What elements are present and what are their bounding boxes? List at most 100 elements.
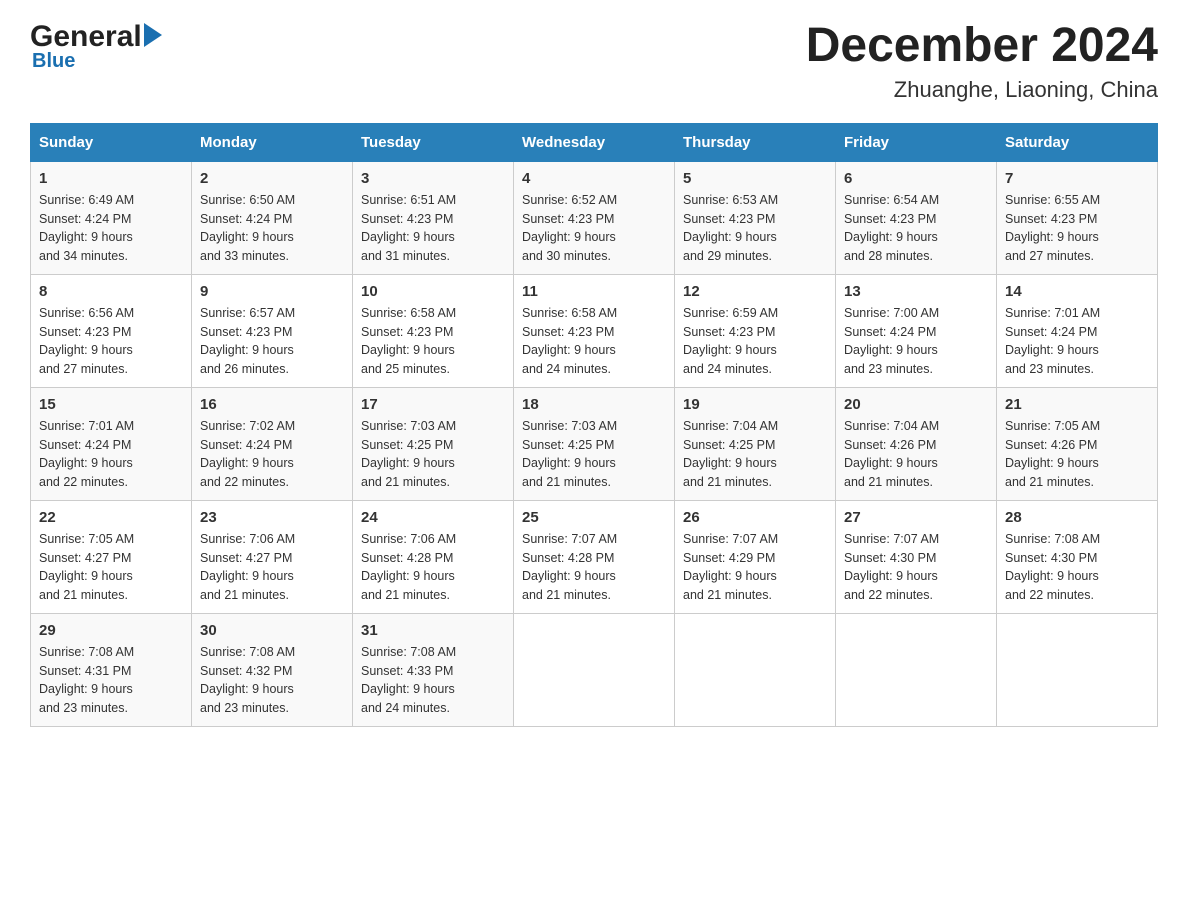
calendar-cell: 4Sunrise: 6:52 AMSunset: 4:23 PMDaylight… bbox=[514, 161, 675, 274]
calendar-cell bbox=[836, 613, 997, 726]
day-number: 24 bbox=[361, 509, 505, 526]
calendar-week-row: 15 Sunrise: 7:01 AMSunset: 4:24 PMDayligh… bbox=[31, 387, 1158, 500]
calendar-cell: 22Sunrise: 7:05 AMSunset: 4:27 PMDayligh… bbox=[31, 500, 192, 613]
calendar-cell: 9Sunrise: 6:57 AMSunset: 4:23 PMDaylight… bbox=[192, 274, 353, 387]
day-info: Sunrise: 6:53 AMSunset: 4:23 PMDaylight:… bbox=[683, 191, 827, 266]
logo: General Blue bbox=[30, 20, 162, 73]
day-info: Sunrise: 7:08 AMSunset: 4:32 PMDaylight:… bbox=[200, 643, 344, 718]
calendar-cell: 26 Sunrise: 7:07 AMSunset: 4:29 PMDayligh… bbox=[675, 500, 836, 613]
calendar-cell: 14 Sunrise: 7:01 AMSunset: 4:24 PMDayligh… bbox=[997, 274, 1158, 387]
calendar-cell: 18 Sunrise: 7:03 AMSunset: 4:25 PMDayligh… bbox=[514, 387, 675, 500]
calendar-cell bbox=[514, 613, 675, 726]
calendar-week-row: 29Sunrise: 7:08 AMSunset: 4:31 PMDayligh… bbox=[31, 613, 1158, 726]
day-number: 6 bbox=[844, 170, 988, 187]
header-tuesday: Tuesday bbox=[353, 123, 514, 161]
day-info: Sunrise: 6:50 AMSunset: 4:24 PMDaylight:… bbox=[200, 191, 344, 266]
calendar-header-row: SundayMondayTuesdayWednesdayThursdayFrid… bbox=[31, 123, 1158, 161]
day-number: 18 bbox=[522, 396, 666, 413]
day-info: Sunrise: 6:51 AMSunset: 4:23 PMDaylight:… bbox=[361, 191, 505, 266]
day-number: 15 bbox=[39, 396, 183, 413]
header-sunday: Sunday bbox=[31, 123, 192, 161]
day-number: 2 bbox=[200, 170, 344, 187]
day-number: 20 bbox=[844, 396, 988, 413]
day-number: 29 bbox=[39, 622, 183, 639]
day-info: Sunrise: 7:08 AMSunset: 4:33 PMDaylight:… bbox=[361, 643, 505, 718]
calendar-table: SundayMondayTuesdayWednesdayThursdayFrid… bbox=[30, 123, 1158, 727]
day-number: 10 bbox=[361, 283, 505, 300]
day-info: Sunrise: 7:08 AMSunset: 4:30 PMDaylight:… bbox=[1005, 530, 1149, 605]
day-info: Sunrise: 7:05 AMSunset: 4:26 PMDaylight:… bbox=[1005, 417, 1149, 492]
calendar-cell: 24 Sunrise: 7:06 AMSunset: 4:28 PMDayligh… bbox=[353, 500, 514, 613]
calendar-week-row: 8 Sunrise: 6:56 AMSunset: 4:23 PMDaylight… bbox=[31, 274, 1158, 387]
day-number: 14 bbox=[1005, 283, 1149, 300]
calendar-cell: 6 Sunrise: 6:54 AMSunset: 4:23 PMDaylight… bbox=[836, 161, 997, 274]
day-info: Sunrise: 6:58 AMSunset: 4:23 PMDaylight:… bbox=[522, 304, 666, 379]
header-wednesday: Wednesday bbox=[514, 123, 675, 161]
day-info: Sunrise: 6:54 AMSunset: 4:23 PMDaylight:… bbox=[844, 191, 988, 266]
day-number: 1 bbox=[39, 170, 183, 187]
calendar-cell: 7Sunrise: 6:55 AMSunset: 4:23 PMDaylight… bbox=[997, 161, 1158, 274]
calendar-cell: 25Sunrise: 7:07 AMSunset: 4:28 PMDayligh… bbox=[514, 500, 675, 613]
day-number: 31 bbox=[361, 622, 505, 639]
page-subtitle: Zhuanghe, Liaoning, China bbox=[806, 77, 1158, 103]
header-thursday: Thursday bbox=[675, 123, 836, 161]
day-number: 25 bbox=[522, 509, 666, 526]
day-number: 3 bbox=[361, 170, 505, 187]
day-info: Sunrise: 6:49 AMSunset: 4:24 PMDaylight:… bbox=[39, 191, 183, 266]
title-block: December 2024 Zhuanghe, Liaoning, China bbox=[806, 20, 1158, 103]
calendar-cell: 11Sunrise: 6:58 AMSunset: 4:23 PMDayligh… bbox=[514, 274, 675, 387]
calendar-cell: 20 Sunrise: 7:04 AMSunset: 4:26 PMDayligh… bbox=[836, 387, 997, 500]
day-info: Sunrise: 7:02 AMSunset: 4:24 PMDaylight:… bbox=[200, 417, 344, 492]
calendar-cell: 17 Sunrise: 7:03 AMSunset: 4:25 PMDayligh… bbox=[353, 387, 514, 500]
logo-arrow-icon bbox=[144, 23, 162, 47]
day-number: 13 bbox=[844, 283, 988, 300]
day-info: Sunrise: 6:58 AMSunset: 4:23 PMDaylight:… bbox=[361, 304, 505, 379]
day-info: Sunrise: 6:52 AMSunset: 4:23 PMDaylight:… bbox=[522, 191, 666, 266]
day-info: Sunrise: 7:07 AMSunset: 4:30 PMDaylight:… bbox=[844, 530, 988, 605]
calendar-cell: 15 Sunrise: 7:01 AMSunset: 4:24 PMDayligh… bbox=[31, 387, 192, 500]
day-number: 30 bbox=[200, 622, 344, 639]
day-number: 7 bbox=[1005, 170, 1149, 187]
day-number: 28 bbox=[1005, 509, 1149, 526]
calendar-cell: 1 Sunrise: 6:49 AMSunset: 4:24 PMDaylight… bbox=[31, 161, 192, 274]
calendar-cell: 29Sunrise: 7:08 AMSunset: 4:31 PMDayligh… bbox=[31, 613, 192, 726]
calendar-cell: 3 Sunrise: 6:51 AMSunset: 4:23 PMDaylight… bbox=[353, 161, 514, 274]
day-info: Sunrise: 7:06 AMSunset: 4:28 PMDaylight:… bbox=[361, 530, 505, 605]
day-number: 21 bbox=[1005, 396, 1149, 413]
calendar-cell bbox=[675, 613, 836, 726]
day-info: Sunrise: 7:03 AMSunset: 4:25 PMDaylight:… bbox=[361, 417, 505, 492]
calendar-cell: 8 Sunrise: 6:56 AMSunset: 4:23 PMDaylight… bbox=[31, 274, 192, 387]
day-number: 17 bbox=[361, 396, 505, 413]
day-info: Sunrise: 7:03 AMSunset: 4:25 PMDaylight:… bbox=[522, 417, 666, 492]
calendar-cell: 16 Sunrise: 7:02 AMSunset: 4:24 PMDayligh… bbox=[192, 387, 353, 500]
page-header: General Blue December 2024 Zhuanghe, Lia… bbox=[30, 20, 1158, 103]
calendar-cell: 5 Sunrise: 6:53 AMSunset: 4:23 PMDaylight… bbox=[675, 161, 836, 274]
day-info: Sunrise: 7:01 AMSunset: 4:24 PMDaylight:… bbox=[39, 417, 183, 492]
day-info: Sunrise: 7:04 AMSunset: 4:26 PMDaylight:… bbox=[844, 417, 988, 492]
calendar-cell: 23 Sunrise: 7:06 AMSunset: 4:27 PMDayligh… bbox=[192, 500, 353, 613]
day-number: 26 bbox=[683, 509, 827, 526]
calendar-cell bbox=[997, 613, 1158, 726]
calendar-cell: 19Sunrise: 7:04 AMSunset: 4:25 PMDayligh… bbox=[675, 387, 836, 500]
calendar-cell: 30 Sunrise: 7:08 AMSunset: 4:32 PMDayligh… bbox=[192, 613, 353, 726]
calendar-cell: 21 Sunrise: 7:05 AMSunset: 4:26 PMDayligh… bbox=[997, 387, 1158, 500]
day-number: 23 bbox=[200, 509, 344, 526]
day-number: 5 bbox=[683, 170, 827, 187]
calendar-week-row: 22Sunrise: 7:05 AMSunset: 4:27 PMDayligh… bbox=[31, 500, 1158, 613]
day-number: 27 bbox=[844, 509, 988, 526]
header-saturday: Saturday bbox=[997, 123, 1158, 161]
day-number: 12 bbox=[683, 283, 827, 300]
logo-general-text: General bbox=[30, 20, 142, 54]
day-number: 16 bbox=[200, 396, 344, 413]
calendar-cell: 12 Sunrise: 6:59 AMSunset: 4:23 PMDayligh… bbox=[675, 274, 836, 387]
day-info: Sunrise: 6:56 AMSunset: 4:23 PMDaylight:… bbox=[39, 304, 183, 379]
day-number: 8 bbox=[39, 283, 183, 300]
header-monday: Monday bbox=[192, 123, 353, 161]
day-number: 22 bbox=[39, 509, 183, 526]
day-info: Sunrise: 7:01 AMSunset: 4:24 PMDaylight:… bbox=[1005, 304, 1149, 379]
day-info: Sunrise: 6:59 AMSunset: 4:23 PMDaylight:… bbox=[683, 304, 827, 379]
calendar-cell: 10 Sunrise: 6:58 AMSunset: 4:23 PMDayligh… bbox=[353, 274, 514, 387]
day-info: Sunrise: 7:07 AMSunset: 4:29 PMDaylight:… bbox=[683, 530, 827, 605]
calendar-cell: 2 Sunrise: 6:50 AMSunset: 4:24 PMDaylight… bbox=[192, 161, 353, 274]
day-info: Sunrise: 7:06 AMSunset: 4:27 PMDaylight:… bbox=[200, 530, 344, 605]
